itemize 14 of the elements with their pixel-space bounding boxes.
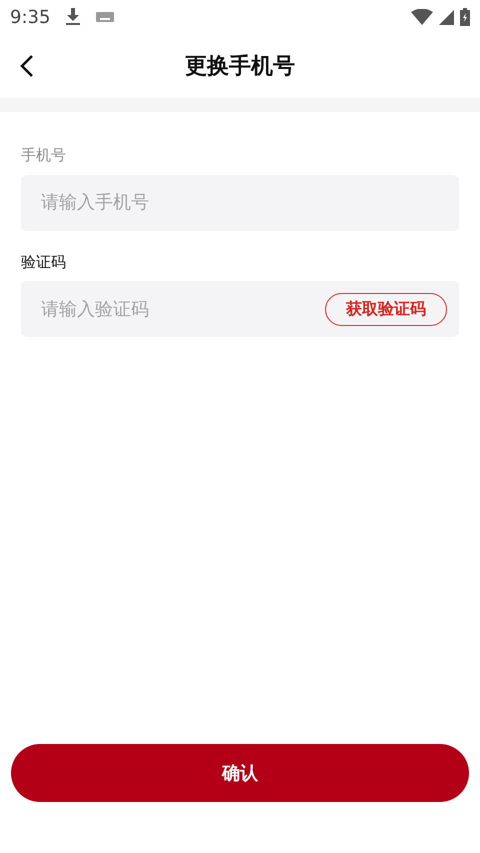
back-icon[interactable] [20, 54, 34, 78]
download-icon [66, 8, 80, 26]
field-label: 验证码 [21, 252, 67, 272]
battery-icon [460, 8, 470, 26]
page-title: 更换手机号 [185, 52, 295, 80]
input-field[interactable]: 请输入验证码 获取验证码 [21, 281, 459, 337]
wifi-icon [411, 9, 433, 25]
confirm-button[interactable]: 确认 [11, 744, 469, 802]
field-label: 手机号 [21, 145, 67, 166]
signal-icon [439, 10, 454, 24]
get-code-button[interactable]: 获取验证码 [325, 292, 447, 326]
input-field[interactable]: 请输入手机号 [21, 174, 459, 230]
keyboard-icon [96, 12, 114, 22]
status-time: 9:35 [10, 6, 50, 30]
